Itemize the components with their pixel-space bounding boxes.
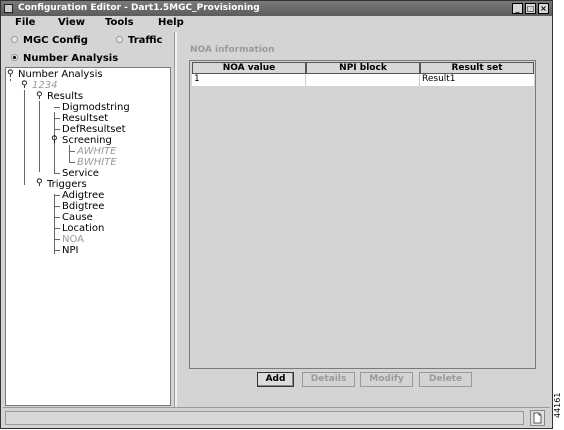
tree-node-results[interactable]: Results (47, 91, 83, 102)
radio-label: Number Analysis (23, 53, 119, 64)
tree-node-screening[interactable]: Screening (62, 135, 112, 146)
pane-splitter[interactable] (174, 32, 177, 407)
main-window: Configuration Editor - Dart1.5MGC_Provis… (0, 0, 553, 429)
column-header-npi-block[interactable]: NPI block (306, 62, 420, 74)
tree-connector (69, 151, 75, 152)
add-button[interactable]: Add (257, 372, 294, 387)
tree-node-bdigtree[interactable]: Bdigtree (62, 201, 104, 212)
tree-node-number-analysis[interactable]: Number Analysis (18, 69, 103, 80)
app-icon[interactable] (4, 4, 13, 13)
tree-node-cause[interactable]: Cause (62, 212, 93, 223)
tree-node-adigtree[interactable]: Adigtree (62, 190, 104, 201)
tree-connector (54, 228, 60, 229)
tree-connector (54, 250, 60, 251)
table-cell[interactable]: Result1 (420, 74, 534, 86)
expand-handle-icon[interactable]: ⚲ (21, 81, 28, 90)
details-button[interactable]: Details (302, 372, 355, 387)
radio-circle-icon (116, 35, 123, 43)
tree-connector (54, 107, 60, 108)
tree-connector (54, 217, 60, 218)
tree-connector (10, 79, 11, 81)
tree-connector (54, 173, 60, 174)
status-bar (3, 407, 550, 429)
tree-node-digmodstring[interactable]: Digmodstring (62, 102, 130, 113)
tree-connector (54, 194, 55, 254)
tree-node-awhite[interactable]: AWHITE (77, 146, 116, 157)
tree-view[interactable]: ⚲ ⚲ ⚲ ⚲ ⚲ Number Analysis 1234 Results D… (5, 67, 171, 406)
tree-node-resultset[interactable]: Resultset (62, 113, 108, 124)
radio-mgc-config[interactable]: MGC Config (11, 35, 88, 46)
table-cell[interactable]: 1 (192, 74, 306, 86)
tree-node-npi[interactable]: NPI (62, 245, 78, 256)
tree-node-triggers[interactable]: Triggers (47, 179, 87, 190)
panel-title: NOA information (190, 45, 275, 55)
title-bar[interactable]: Configuration Editor - Dart1.5MGC_Provis… (1, 1, 552, 16)
radio-label: MGC Config (23, 35, 88, 46)
tree-connector (39, 101, 40, 172)
tree-connector (54, 206, 60, 207)
table-cell[interactable] (306, 74, 420, 86)
modify-button[interactable]: Modify (360, 372, 413, 387)
expand-handle-icon[interactable]: ⚲ (36, 92, 43, 101)
close-icon[interactable]: × (538, 3, 549, 14)
noa-panel: NOA information NOA value NPI block Resu… (178, 32, 551, 407)
status-field (5, 411, 524, 425)
expand-handle-icon[interactable]: ⚲ (51, 136, 58, 145)
radio-selected-icon (11, 53, 18, 61)
radio-label: Traffic (128, 35, 163, 46)
figure-id: 44161 (553, 392, 562, 419)
tree-connector (24, 90, 25, 185)
radio-traffic[interactable]: Traffic (116, 35, 162, 46)
radio-circle-icon (11, 35, 18, 43)
window-title: Configuration Editor - Dart1.5MGC_Provis… (18, 3, 260, 13)
menu-bar: File View Tools Help (1, 16, 552, 31)
tree-connector (54, 239, 60, 240)
tree-connector (54, 118, 60, 119)
noa-table: NOA value NPI block Result set 1 Result1 (189, 60, 536, 369)
table-row[interactable]: 1 Result1 (192, 74, 534, 86)
tree-connector (54, 129, 60, 130)
menu-file[interactable]: File (15, 17, 35, 28)
maximize-icon[interactable]: □ (525, 3, 536, 14)
menu-tools[interactable]: Tools (105, 17, 134, 28)
tree-node-bwhite[interactable]: BWHITE (77, 157, 117, 168)
delete-button[interactable]: Delete (419, 372, 472, 387)
tree-node-1234[interactable]: 1234 (32, 80, 57, 91)
tree-node-location[interactable]: Location (62, 223, 104, 234)
column-header-noa-value[interactable]: NOA value (192, 62, 306, 74)
tree-node-service[interactable]: Service (62, 168, 99, 179)
tree-connector (54, 195, 60, 196)
document-icon[interactable] (530, 410, 545, 426)
menu-view[interactable]: View (58, 17, 85, 28)
expand-handle-icon[interactable]: ⚲ (7, 70, 14, 79)
tree-node-noa[interactable]: NOA (62, 234, 84, 245)
minimize-icon[interactable]: _ (512, 3, 523, 14)
tree-connector (69, 145, 70, 163)
expand-handle-icon[interactable]: ⚲ (36, 179, 43, 188)
tree-connector (69, 162, 75, 163)
tree-node-defresultset[interactable]: DefResultset (62, 124, 126, 135)
radio-number-analysis[interactable]: Number Analysis (11, 53, 118, 64)
menu-help[interactable]: Help (158, 17, 184, 28)
left-pane: MGC Config Traffic Number Analysis ⚲ ⚲ ⚲… (4, 32, 172, 407)
column-header-result-set[interactable]: Result set (420, 62, 534, 74)
